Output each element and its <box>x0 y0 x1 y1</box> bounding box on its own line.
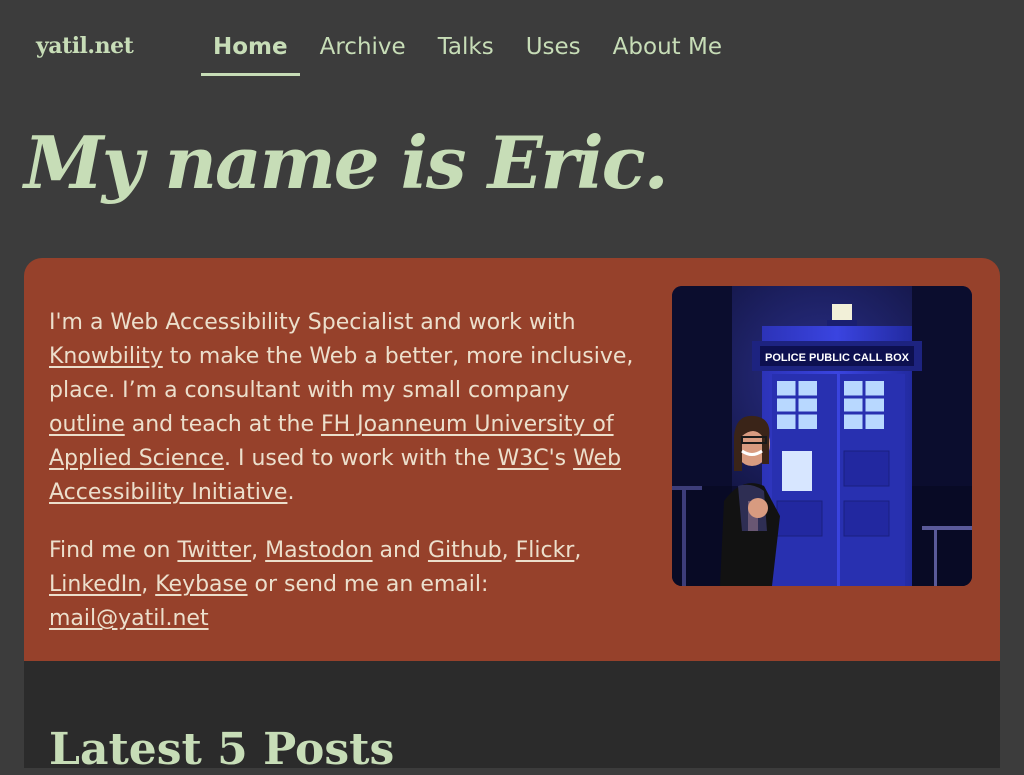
tardis-photo-illustration: POLICE PUBLIC CALL BOX <box>672 286 972 586</box>
nav-about-me[interactable]: About Me <box>601 30 734 70</box>
intro-text-6: . <box>287 480 295 505</box>
separator: , <box>141 572 156 597</box>
twitter-link[interactable]: Twitter <box>177 538 251 563</box>
w3c-link[interactable]: W3C <box>497 446 548 471</box>
page-title: My name is Eric. <box>24 120 669 205</box>
site-logo-link[interactable]: yatil.net <box>36 33 134 59</box>
intro-card: I'm a Web Accessibility Specialist and w… <box>24 258 1000 661</box>
separator: , <box>501 538 516 563</box>
outline-link[interactable]: outline <box>49 412 125 437</box>
contact-text-3: or send me an email: <box>247 572 489 597</box>
email-link[interactable]: mail@yatil.net <box>49 606 209 631</box>
nav-archive[interactable]: Archive <box>308 30 418 70</box>
intro-text: I'm a Web Accessibility Specialist and w… <box>49 306 649 660</box>
mastodon-link[interactable]: Mastodon <box>265 538 372 563</box>
profile-photo: POLICE PUBLIC CALL BOX <box>672 286 972 586</box>
contact-paragraph: Find me on Twitter, Mastodon and Github,… <box>49 534 649 636</box>
separator: , <box>574 538 582 563</box>
linkedin-link[interactable]: LinkedIn <box>49 572 141 597</box>
separator: , <box>251 538 266 563</box>
contact-text-1: Find me on <box>49 538 178 563</box>
contact-text-2: and <box>372 538 428 563</box>
nav-uses[interactable]: Uses <box>514 30 593 70</box>
tardis-sign: POLICE PUBLIC CALL BOX <box>765 352 910 364</box>
main-nav: Home Archive Talks Uses About Me <box>201 30 742 76</box>
intro-text-5: 's <box>548 446 574 471</box>
intro-paragraph: I'm a Web Accessibility Specialist and w… <box>49 306 649 510</box>
keybase-link[interactable]: Keybase <box>155 572 247 597</box>
github-link[interactable]: Github <box>428 538 502 563</box>
nav-home[interactable]: Home <box>201 30 300 76</box>
knowbility-link[interactable]: Knowbility <box>49 344 163 369</box>
intro-text-4: . I used to work with the <box>223 446 498 471</box>
site-header: yatil.net Home Archive Talks Uses About … <box>0 0 1024 80</box>
intro-text-1: I'm a Web Accessibility Specialist and w… <box>49 310 576 335</box>
latest-posts-section: Latest 5 Posts <box>24 661 1000 775</box>
nav-talks[interactable]: Talks <box>426 30 506 70</box>
intro-text-3: and teach at the <box>124 412 321 437</box>
flickr-link[interactable]: Flickr <box>516 538 575 563</box>
latest-posts-heading: Latest 5 Posts <box>49 724 395 775</box>
